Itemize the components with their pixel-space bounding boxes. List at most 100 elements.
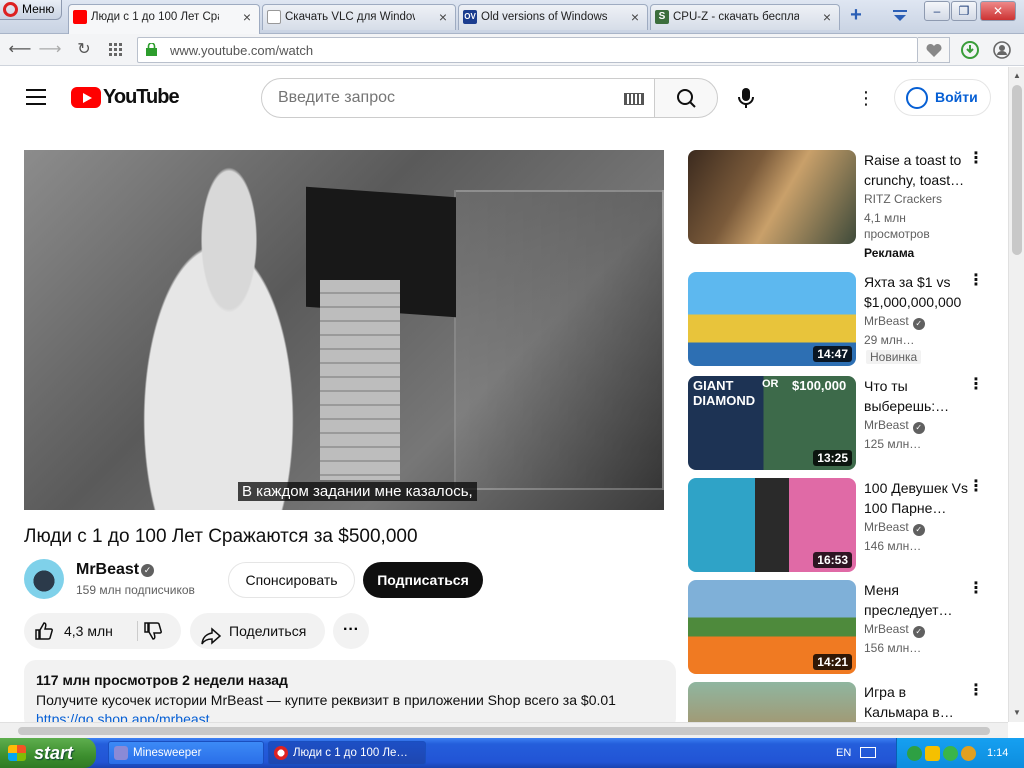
recommendation-title[interactable]: Что ты выберешь:… [864, 376, 968, 416]
settings-dots-icon[interactable]: ⋮ [856, 87, 876, 109]
hamburger-menu-icon[interactable] [26, 89, 46, 105]
recommendation-title[interactable]: 100 Девушек Vs 100 Парне… [864, 478, 968, 518]
verified-check-icon: ✓ [912, 524, 925, 536]
search-tray-icon[interactable] [961, 746, 976, 761]
more-vert-icon[interactable]: ⋮ [968, 151, 984, 170]
recommendation-meta: 146 млн… [864, 539, 922, 553]
reload-icon[interactable]: ↻ [72, 38, 96, 62]
search-input[interactable]: Введите запрос [261, 78, 655, 118]
verified-check-icon: ✓ [912, 318, 925, 330]
recommendation-item[interactable]: 14:21 Меня преследует… MrBeast ✓ 156 млн…… [688, 580, 993, 676]
maximize-icon[interactable]: ❐ [951, 1, 977, 21]
opera-menu-button[interactable]: Меню [0, 0, 62, 20]
recommendation-item[interactable]: GIANT DIAMOND OR $100,000 13:25 Что ты в… [688, 376, 993, 472]
tab-cpuz[interactable]: S CPU-Z - скачать бесплатно… × [650, 4, 840, 30]
recommendation-title[interactable]: Raise a toast to crunchy, toast… [864, 150, 968, 190]
recommendation-item[interactable]: Игра в Кальмара в… ⋮ [688, 682, 993, 722]
tab-label: CPU-Z - скачать бесплатно… [673, 11, 799, 23]
tab-label: Скачать VLC для Windows [285, 11, 415, 23]
network-icon[interactable] [907, 746, 922, 761]
more-actions-icon[interactable]: ··· [333, 613, 369, 649]
channel-name[interactable]: MrBeast [76, 561, 139, 579]
tab-menu-icon[interactable] [889, 6, 911, 26]
channel-label: MrBeast [864, 520, 909, 534]
close-icon[interactable]: ✕ [980, 1, 1016, 21]
recommendation-item[interactable]: Raise a toast to crunchy, toast… RITZ Cr… [688, 150, 993, 260]
recommendation-title[interactable]: Яхта за $1 vs $1,000,000,000 [864, 272, 968, 312]
video-player[interactable]: В каждом задании мне казалось, [24, 150, 664, 510]
security-shield-icon[interactable] [925, 746, 940, 761]
scroll-up-icon[interactable]: ▲ [1010, 69, 1024, 83]
tab-youtube[interactable]: Люди с 1 до 100 Лет Сража… × [68, 4, 260, 34]
forward-icon[interactable]: ⟶ [38, 38, 62, 62]
more-vert-icon[interactable]: ⋮ [968, 273, 984, 292]
more-vert-icon[interactable]: ⋮ [968, 683, 984, 702]
clock[interactable]: 1:14 [987, 738, 1008, 768]
description-text: Получите кусочек истории MrBeast — купит… [36, 692, 616, 708]
taskbar-item-minesweeper[interactable]: Minesweeper [108, 741, 264, 765]
scroll-thumb[interactable] [1012, 85, 1022, 255]
description-box[interactable]: 117 млн просмотров 2 недели назад Получи… [24, 660, 676, 722]
verified-check-icon: ✓ [912, 626, 925, 638]
thumbs-up-icon[interactable] [34, 621, 54, 641]
account-icon[interactable] [990, 38, 1014, 62]
recommendation-thumbnail[interactable]: 16:53 [688, 478, 856, 572]
minimize-icon[interactable]: – [924, 1, 950, 21]
update-icon[interactable] [943, 746, 958, 761]
language-indicator[interactable]: EN [836, 738, 856, 768]
tab-close-icon[interactable]: × [439, 5, 447, 29]
more-vert-icon[interactable]: ⋮ [968, 377, 984, 396]
tab-vlc[interactable]: Скачать VLC для Windows × [262, 4, 456, 30]
sign-in-button[interactable]: Войти [894, 79, 991, 116]
back-icon[interactable]: ⟵ [8, 38, 32, 62]
recommendation-thumbnail[interactable]: GIANT DIAMOND OR $100,000 13:25 [688, 376, 856, 470]
recommendation-thumbnail[interactable]: 14:47 [688, 272, 856, 366]
address-bar[interactable]: www.youtube.com/watch [137, 37, 918, 63]
recommendation-item[interactable]: 14:47 Яхта за $1 vs $1,000,000,000 MrBea… [688, 272, 993, 368]
share-icon [201, 622, 222, 645]
scroll-thumb[interactable] [18, 727, 990, 735]
more-vert-icon[interactable]: ⋮ [968, 479, 984, 498]
scroll-down-icon[interactable]: ▼ [1010, 706, 1024, 720]
tab-close-icon[interactable]: × [631, 5, 639, 29]
recommendation-thumbnail[interactable] [688, 682, 856, 722]
new-tab-button[interactable]: + [845, 4, 867, 28]
sponsor-button[interactable]: Спонсировать [228, 562, 355, 598]
sign-in-label: Войти [935, 89, 978, 105]
search-button[interactable] [654, 78, 718, 118]
s-icon: S [655, 10, 669, 24]
tab-old-versions[interactable]: OV Old versions of Windows, Ma… × [458, 4, 648, 30]
start-button[interactable]: start [0, 738, 96, 768]
ov-icon: OV [463, 10, 477, 24]
tab-close-icon[interactable]: × [243, 5, 251, 29]
recommendation-channel: MrBeast ✓ [864, 520, 925, 536]
keyboard-layout-icon[interactable] [860, 747, 876, 758]
taskbar-item-opera[interactable]: Люди с 1 до 100 Ле… [268, 741, 426, 765]
tab-label: Люди с 1 до 100 Лет Сража… [91, 11, 219, 23]
search-placeholder: Введите запрос [278, 89, 395, 106]
lock-icon [146, 42, 157, 56]
speed-dial-icon[interactable] [104, 38, 128, 62]
tab-close-icon[interactable]: × [823, 5, 831, 29]
keyboard-icon[interactable] [624, 93, 644, 105]
like-dislike-bar: 4,3 млн [24, 613, 181, 649]
recommendation-thumbnail[interactable] [688, 150, 856, 244]
url-text: www.youtube.com/watch [170, 43, 314, 58]
opera-turbo-icon[interactable] [958, 38, 982, 62]
navigation-bar: ⟵ ⟶ ↻ www.youtube.com/watch [0, 34, 1024, 66]
microphone-icon[interactable] [734, 86, 758, 110]
horizontal-scrollbar[interactable] [0, 722, 1008, 738]
recommendation-item[interactable]: 16:53 100 Девушек Vs 100 Парне… MrBeast ✓… [688, 478, 993, 574]
subscribe-button[interactable]: Подписаться [363, 562, 483, 598]
channel-avatar[interactable] [24, 559, 64, 599]
description-link[interactable]: https://go.shop.app/mrbeast [36, 711, 664, 722]
recommendation-title[interactable]: Меня преследует… [864, 580, 968, 620]
opera-icon [274, 746, 288, 760]
vertical-scrollbar[interactable]: ▲ ▼ [1008, 67, 1024, 722]
recommendation-thumbnail[interactable]: 14:21 [688, 580, 856, 674]
share-button[interactable]: Поделиться [190, 613, 325, 649]
thumbs-down-icon[interactable] [143, 621, 163, 641]
recommendation-title[interactable]: Игра в Кальмара в… [864, 682, 968, 722]
bookmark-heart-icon[interactable] [918, 37, 950, 63]
more-vert-icon[interactable]: ⋮ [968, 581, 984, 600]
